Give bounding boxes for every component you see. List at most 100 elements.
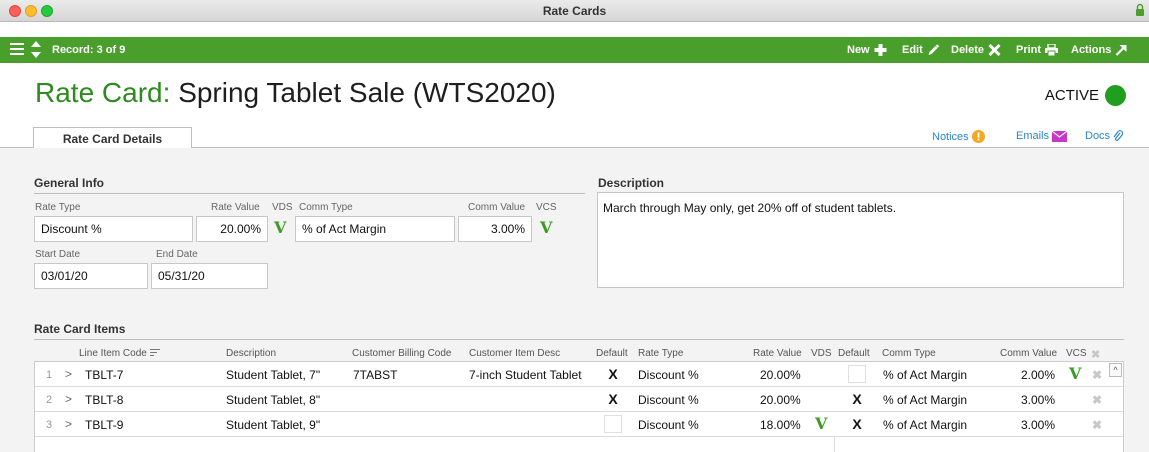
status-label: ACTIVE [1044, 87, 1099, 104]
record-toolbar: Record: 3 of 9 New Edit Delete Print Act… [0, 37, 1149, 63]
default-checkbox[interactable] [604, 415, 622, 433]
default-checkbox[interactable]: X [604, 365, 622, 383]
rate-value-cell[interactable]: 20.00% [760, 393, 801, 407]
col-vds[interactable]: VDS [811, 348, 832, 359]
col-description[interactable]: Description [226, 348, 276, 359]
delete-button[interactable]: Delete [951, 44, 1001, 56]
comm-type-cell[interactable]: % of Act Margin [883, 393, 967, 407]
vcs-check-icon[interactable]: V [1069, 364, 1081, 383]
docs-link[interactable]: Docs [1085, 130, 1124, 142]
col-customer-item-desc[interactable]: Customer Item Desc [469, 348, 560, 359]
rate-value-cell[interactable]: 18.00% [760, 418, 801, 432]
col-comm-value[interactable]: Comm Value [1000, 348, 1057, 359]
emails-link-label: Emails [1016, 130, 1050, 142]
vds-check-icon[interactable]: V [274, 218, 286, 237]
rate-type-cell[interactable]: Discount % [638, 393, 699, 407]
expand-row-icon[interactable]: > [65, 417, 72, 431]
lock-icon[interactable] [1135, 3, 1145, 17]
rate-type-field[interactable]: Discount % [34, 216, 193, 242]
rate-type-label: Rate Type [35, 202, 81, 213]
end-date-field[interactable]: 05/31/20 [151, 263, 268, 289]
customer-item-desc-cell[interactable]: 7-inch Student Tablet [469, 368, 582, 382]
tab-rate-card-details[interactable]: Rate Card Details [33, 127, 192, 149]
comm-value-field[interactable]: 3.00% [458, 216, 532, 242]
comm-value-label: Comm Value [468, 202, 526, 213]
actions-button[interactable]: Actions [1071, 44, 1128, 56]
page-title: Rate Card: Spring Tablet Sale (WTS2020) [35, 77, 556, 109]
end-date-label: End Date [156, 249, 198, 260]
delete-row-icon[interactable]: ✖ [1092, 418, 1102, 432]
rate-card-items-grid: 1 > TBLT-7 Student Tablet, 7" 7TABST 7-i… [34, 361, 1124, 452]
rate-value-label: Rate Value [211, 202, 260, 213]
window-titlebar: Rate Cards [0, 0, 1149, 22]
notice-warning-icon [971, 130, 985, 143]
description-cell[interactable]: Student Tablet, 8" [226, 393, 320, 407]
notices-link-label: Notices [932, 130, 969, 143]
printer-icon [1045, 44, 1059, 56]
col-default-2[interactable]: Default [838, 348, 870, 359]
comm-value-cell[interactable]: 3.00% [1021, 418, 1055, 432]
col-rate-type[interactable]: Rate Type [638, 348, 683, 359]
col-default[interactable]: Default [596, 348, 628, 359]
pencil-icon [928, 44, 939, 55]
print-button[interactable]: Print [1016, 44, 1059, 56]
comm-value-cell[interactable]: 2.00% [1021, 368, 1055, 382]
general-info-heading: General Info [34, 176, 585, 194]
status-badge: ACTIVE [1045, 85, 1126, 106]
record-navigation-icon[interactable] [31, 41, 41, 58]
arrow-up-right-icon [1116, 45, 1127, 56]
billing-code-cell[interactable]: 7TABST [353, 368, 397, 382]
delete-row-icon[interactable]: ✖ [1092, 393, 1102, 407]
comm-default-checkbox[interactable]: X [848, 415, 866, 433]
line-item-code-cell[interactable]: TBLT-8 [85, 393, 123, 407]
col-line-item-code[interactable]: Line Item Code [79, 348, 160, 359]
row-number: 3 [46, 419, 53, 431]
edit-button[interactable]: Edit [902, 44, 940, 56]
scroll-up-button[interactable]: ^ [1109, 363, 1122, 377]
description-cell[interactable]: Student Tablet, 9" [226, 418, 320, 432]
comm-type-field[interactable]: % of Act Margin [295, 216, 455, 242]
col-line-item-code-label: Line Item Code [79, 348, 147, 359]
col-customer-billing-code[interactable]: Customer Billing Code [352, 348, 452, 359]
rate-value-field[interactable]: 20.00% [196, 216, 268, 242]
comm-type-cell[interactable]: % of Act Margin [883, 418, 967, 432]
notices-link[interactable]: Notices [932, 130, 985, 143]
comm-type-cell[interactable]: % of Act Margin [883, 368, 967, 382]
delete-all-icon[interactable]: ✖ [1091, 348, 1100, 361]
expand-row-icon[interactable]: > [65, 392, 72, 406]
description-textarea[interactable]: March through May only, get 20% off of s… [597, 192, 1124, 288]
table-row[interactable]: 2 > TBLT-8 Student Tablet, 8" X Discount… [35, 387, 1123, 412]
page-title-prefix: Rate Card: [35, 77, 171, 108]
rate-type-cell[interactable]: Discount % [638, 418, 699, 432]
col-vcs[interactable]: VCS [1066, 348, 1087, 359]
vds-check-icon[interactable]: V [815, 414, 827, 433]
expand-row-icon[interactable]: > [65, 367, 72, 381]
tab-bar: Rate Card Details Notices Emails Docs [0, 127, 1149, 149]
line-item-code-cell[interactable]: TBLT-7 [85, 368, 123, 382]
rate-value-cell[interactable]: 20.00% [760, 368, 801, 382]
table-row[interactable]: 3 > TBLT-9 Student Tablet, 9" Discount %… [35, 412, 1123, 437]
comm-default-checkbox[interactable]: X [848, 390, 866, 408]
rate-type-cell[interactable]: Discount % [638, 368, 699, 382]
menu-icon[interactable] [10, 43, 24, 55]
print-button-label: Print [1016, 44, 1042, 56]
paperclip-icon [1113, 130, 1124, 141]
table-row[interactable]: 1 > TBLT-7 Student Tablet, 7" 7TABST 7-i… [35, 362, 1123, 387]
col-comm-type[interactable]: Comm Type [882, 348, 936, 359]
x-icon [988, 44, 1001, 56]
vcs-check-icon[interactable]: V [540, 218, 552, 237]
delete-row-icon[interactable]: ✖ [1092, 368, 1102, 382]
col-rate-value[interactable]: Rate Value [753, 348, 802, 359]
delete-button-label: Delete [951, 44, 985, 56]
line-item-code-cell[interactable]: TBLT-9 [85, 418, 123, 432]
emails-link[interactable]: Emails [1016, 130, 1068, 142]
description-cell[interactable]: Student Tablet, 7" [226, 368, 320, 382]
row-number: 2 [46, 394, 53, 406]
start-date-field[interactable]: 03/01/20 [34, 263, 148, 289]
new-button[interactable]: New [847, 44, 887, 56]
comm-value-cell[interactable]: 3.00% [1021, 393, 1055, 407]
vds-label: VDS [272, 202, 293, 213]
comm-default-checkbox[interactable] [848, 365, 866, 383]
edit-button-label: Edit [902, 44, 923, 56]
default-checkbox[interactable]: X [604, 390, 622, 408]
